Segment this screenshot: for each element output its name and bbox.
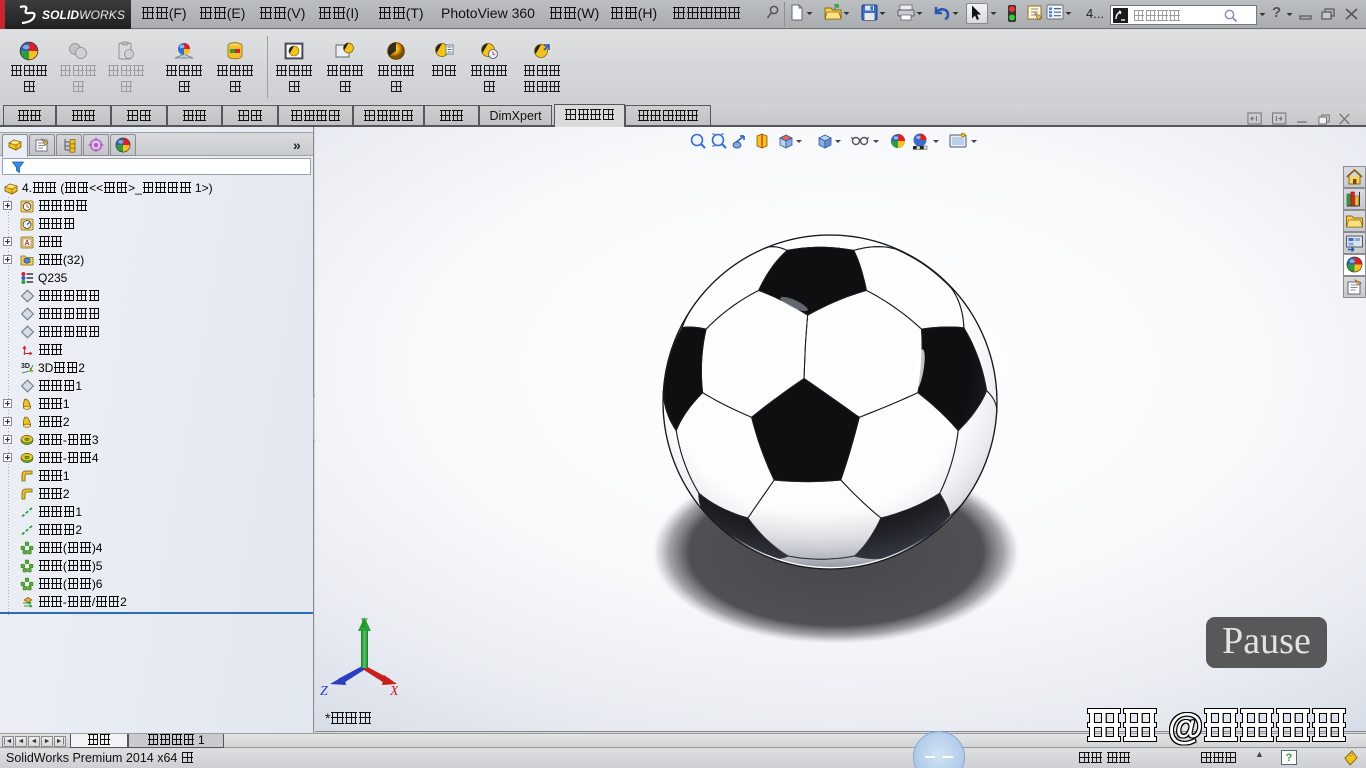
svg-text:X: X xyxy=(389,684,398,695)
svg-text:A: A xyxy=(24,240,29,247)
svg-text:3D: 3D xyxy=(21,363,30,370)
svg-text:Z: Z xyxy=(320,684,328,695)
